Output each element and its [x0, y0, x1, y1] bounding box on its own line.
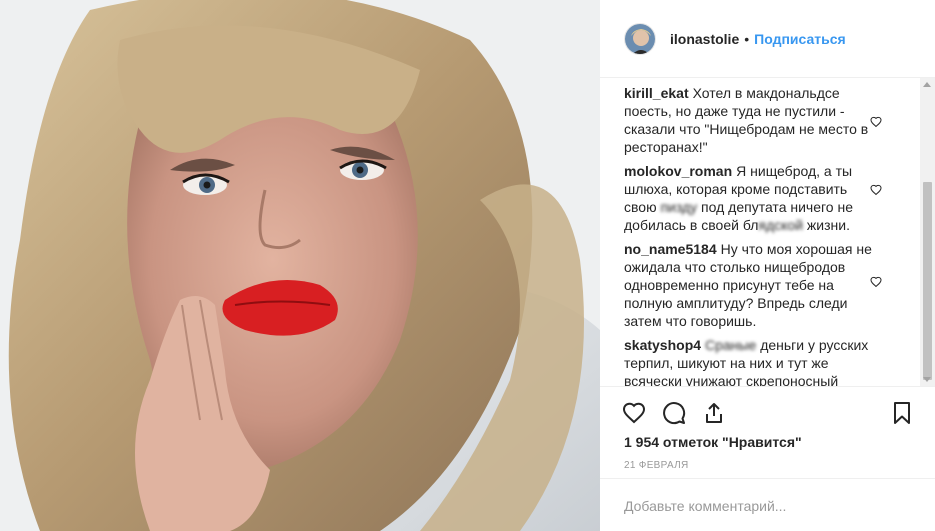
separator-dot: •: [744, 30, 750, 47]
censored-word: Сраные: [705, 337, 757, 353]
comment-item: no_name5184 Ну что моя хорошая не ожидала…: [600, 240, 920, 330]
comment-like-icon[interactable]: [870, 276, 882, 288]
add-comment-bar: [600, 478, 935, 531]
comment-like-icon[interactable]: [870, 184, 882, 196]
comment-author[interactable]: no_name5184: [624, 241, 717, 257]
comment-input[interactable]: [624, 495, 904, 517]
post-photo: [0, 0, 600, 531]
bookmark-icon[interactable]: [890, 401, 914, 425]
scrollbar-thumb[interactable]: [923, 182, 932, 380]
comments-scrollbar[interactable]: [920, 78, 935, 386]
post-header: ilonastolie • Подписаться: [600, 0, 935, 78]
comment-author[interactable]: skatyshop4: [624, 337, 701, 353]
post-sidebar: ilonastolie • Подписаться kirill_ekat Хот…: [600, 0, 935, 531]
censored-word: пизду: [660, 199, 698, 215]
share-icon[interactable]: [702, 401, 726, 425]
post-actions: 1 954 отметок "Нравится" 21 февраля: [600, 386, 935, 488]
comment-item: kirill_ekat Хотел в макдональдсе поесть, …: [600, 84, 920, 156]
scroll-down-icon[interactable]: [923, 377, 931, 382]
comments-list[interactable]: kirill_ekat Хотел в макдональдсе поесть, …: [600, 78, 935, 386]
comment-author[interactable]: molokov_roman: [624, 163, 732, 179]
scroll-up-icon[interactable]: [923, 82, 931, 87]
comment-author[interactable]: kirill_ekat: [624, 85, 689, 101]
censored-word: ядской: [758, 217, 804, 233]
author-username[interactable]: ilonastolie: [670, 31, 739, 47]
heart-icon[interactable]: [622, 401, 646, 425]
likes-count[interactable]: 1 954 отметок "Нравится": [624, 434, 802, 450]
avatar[interactable]: [624, 22, 656, 55]
comment-item: molokov_roman Я нищеброд, а ты шлюха, кот…: [600, 162, 920, 234]
post-date[interactable]: 21 февраля: [624, 460, 689, 471]
portrait-image: [0, 0, 600, 531]
comment-icon[interactable]: [662, 401, 686, 425]
comment-like-icon[interactable]: [870, 116, 882, 128]
comment-item: skatyshop4 Сраные деньги у русских терпил…: [600, 336, 920, 386]
follow-button[interactable]: Подписаться: [754, 31, 846, 47]
